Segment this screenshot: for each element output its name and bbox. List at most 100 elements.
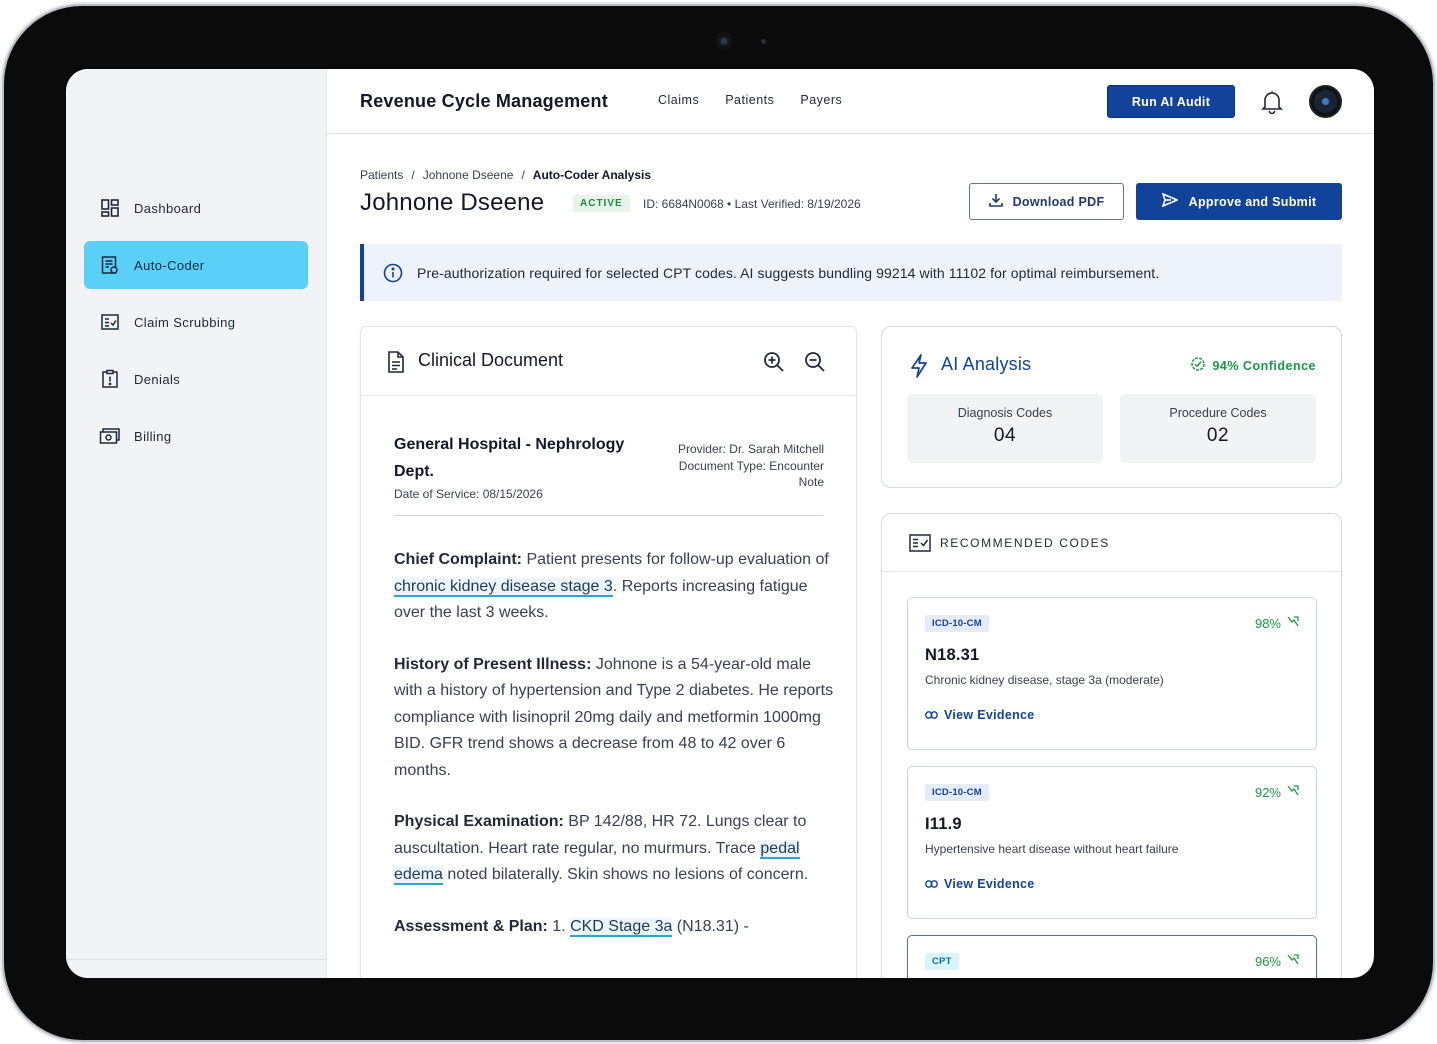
top-nav-claims[interactable]: Claims <box>658 93 699 107</box>
clinical-document-panel: Clinical Document General Hospital - Nep… <box>360 326 857 978</box>
recommended-codes-header: RECOMMENDED CODES <box>882 514 1341 572</box>
sidebar-item-label: Dashboard <box>134 200 202 216</box>
trend-icon <box>1287 785 1299 800</box>
zoom-in-icon[interactable] <box>763 351 785 378</box>
send-icon <box>1161 192 1179 210</box>
notification-bell-icon[interactable] <box>1261 90 1283 115</box>
app-screen: Dashboard Auto-Coder Claim Scrubbing Den… <box>66 69 1374 978</box>
code-type-badge: ICD-10-CM <box>925 784 989 801</box>
procedure-codes-stat: Procedure Codes 02 <box>1120 394 1316 463</box>
code-card[interactable]: ICD-10-CM 92% I11.9 Hypertensive heart d… <box>907 766 1317 919</box>
patient-meta: ID: 6684N0068 • Last Verified: 8/19/2026 <box>643 197 861 211</box>
section-text: noted bilaterally. Skin shows no lesions… <box>442 866 809 883</box>
auto-coder-icon <box>99 254 121 276</box>
code-value: N18.31 <box>925 646 980 664</box>
billing-icon <box>99 425 121 447</box>
sidebar-nav: Dashboard Auto-Coder Claim Scrubbing Den… <box>84 184 308 469</box>
denials-icon <box>99 368 121 390</box>
top-nav-patients[interactable]: Patients <box>725 93 774 107</box>
code-type-badge: ICD-10-CM <box>925 615 989 632</box>
hpi-section: History of Present Illness: Johnone is a… <box>394 652 834 785</box>
section-text: Patient presents for follow-up evaluatio… <box>522 551 829 568</box>
code-confidence: 92% <box>1255 785 1299 800</box>
sidebar-item-dashboard[interactable]: Dashboard <box>84 184 308 232</box>
patient-name: Johnone Dseene <box>360 189 545 216</box>
clinical-document-header: Clinical Document <box>361 327 856 396</box>
code-card[interactable]: CPT 96% <box>907 935 1317 978</box>
code-confidence-value: 98% <box>1254 616 1281 631</box>
sidebar-item-claim-scrubbing[interactable]: Claim Scrubbing <box>84 298 308 346</box>
app-title: Revenue Cycle Management <box>360 91 608 111</box>
diagnosis-codes-stat: Diagnosis Codes 04 <box>907 394 1103 463</box>
sidebar: Dashboard Auto-Coder Claim Scrubbing Den… <box>66 69 327 978</box>
check-circle-icon <box>1191 357 1206 374</box>
provider-info: Provider: Dr. Sarah Mitchell Document Ty… <box>654 441 824 491</box>
provider-name: Provider: Dr. Sarah Mitchell <box>677 442 824 456</box>
lightning-icon <box>909 354 929 383</box>
user-avatar[interactable] <box>1309 85 1342 118</box>
breadcrumb-patients[interactable]: Patients <box>360 168 403 182</box>
breadcrumb-patient[interactable]: Johnone Dseene <box>423 168 514 182</box>
physical-exam-section: Physical Examination: BP 142/88, HR 72. … <box>394 809 834 889</box>
link-icon <box>925 708 938 722</box>
clinical-document-title: Clinical Document <box>418 350 564 370</box>
alert-text: Pre-authorization required for selected … <box>417 264 1160 281</box>
download-pdf-button[interactable]: Download PDF <box>969 183 1124 220</box>
code-description: Hypertensive heart disease without heart… <box>925 842 1179 856</box>
sidebar-item-label: Claim Scrubbing <box>134 314 236 330</box>
code-type-badge: CPT <box>925 953 959 970</box>
sidebar-item-label: Denials <box>134 371 181 387</box>
light-sensor <box>761 39 766 44</box>
zoom-out-icon[interactable] <box>804 351 826 378</box>
status-badge: ACTIVE <box>573 195 630 212</box>
highlighted-term[interactable]: CKD Stage 3a <box>570 917 673 937</box>
trend-icon <box>1287 616 1299 631</box>
sidebar-item-label: Billing <box>134 428 172 444</box>
sidebar-item-label: Auto-Coder <box>134 257 205 273</box>
info-icon <box>383 263 403 283</box>
sidebar-item-denials[interactable]: Denials <box>84 355 308 403</box>
view-evidence-link[interactable]: View Evidence <box>925 708 1035 722</box>
ai-analysis-panel: AI Analysis 94% Confidence Diagnosis Cod… <box>881 326 1342 488</box>
section-label: History of Present Illness: <box>394 655 592 673</box>
stat-label: Procedure Codes <box>1169 406 1267 420</box>
sidebar-divider <box>66 959 326 960</box>
code-confidence-value: 92% <box>1254 785 1281 800</box>
info-alert: Pre-authorization required for selected … <box>360 244 1342 301</box>
top-header: Revenue Cycle Management Claims Patients… <box>327 69 1374 134</box>
confidence-badge: 94% Confidence <box>1191 357 1316 374</box>
link-icon <box>925 877 938 891</box>
approve-submit-button[interactable]: Approve and Submit <box>1136 183 1342 220</box>
view-evidence-label: View Evidence <box>944 877 1035 891</box>
top-nav: Claims Patients Payers <box>658 93 842 107</box>
approve-submit-label: Approve and Submit <box>1188 194 1317 209</box>
code-card[interactable]: ICD-10-CM 98% N18.31 Chronic kidney dise… <box>907 597 1317 750</box>
ai-analysis-title: AI Analysis <box>941 354 1032 374</box>
chief-complaint-section: Chief Complaint: Patient presents for fo… <box>394 547 834 627</box>
hospital-name: General Hospital - Nephrology Dept. <box>394 436 625 480</box>
stat-value: 02 <box>1206 425 1230 446</box>
breadcrumb-separator: / <box>521 168 525 182</box>
breadcrumb: Patients / Johnone Dseene / Auto-Coder A… <box>360 168 651 182</box>
code-description: Chronic kidney disease, stage 3a (modera… <box>925 673 1164 687</box>
highlighted-term[interactable]: chronic kidney disease stage 3 <box>394 577 613 597</box>
confidence-text: 94% Confidence <box>1212 358 1316 373</box>
breadcrumb-current: Auto-Coder Analysis <box>532 168 652 182</box>
download-icon <box>988 193 1003 210</box>
claim-scrubbing-icon <box>99 311 121 333</box>
sidebar-item-billing[interactable]: Billing <box>84 412 308 460</box>
stat-value: 04 <box>993 425 1017 446</box>
run-ai-audit-button[interactable]: Run AI Audit <box>1107 85 1235 118</box>
document-info: General Hospital - Nephrology Dept. Date… <box>394 431 824 516</box>
top-nav-payers[interactable]: Payers <box>800 93 842 107</box>
code-confidence-value: 96% <box>1254 954 1281 969</box>
sidebar-item-auto-coder[interactable]: Auto-Coder <box>84 241 308 289</box>
section-label: Chief Complaint: <box>394 551 522 568</box>
view-evidence-link[interactable]: View Evidence <box>925 877 1035 891</box>
code-confidence: 96% <box>1255 954 1299 969</box>
document-body: Chief Complaint: Patient presents for fo… <box>394 547 834 965</box>
assessment-plan-section: Assessment & Plan: 1. CKD Stage 3a (N18.… <box>394 914 834 941</box>
trend-icon <box>1287 954 1299 969</box>
document-type: Document Type: Encounter Note <box>678 458 824 490</box>
code-confidence: 98% <box>1255 616 1299 631</box>
